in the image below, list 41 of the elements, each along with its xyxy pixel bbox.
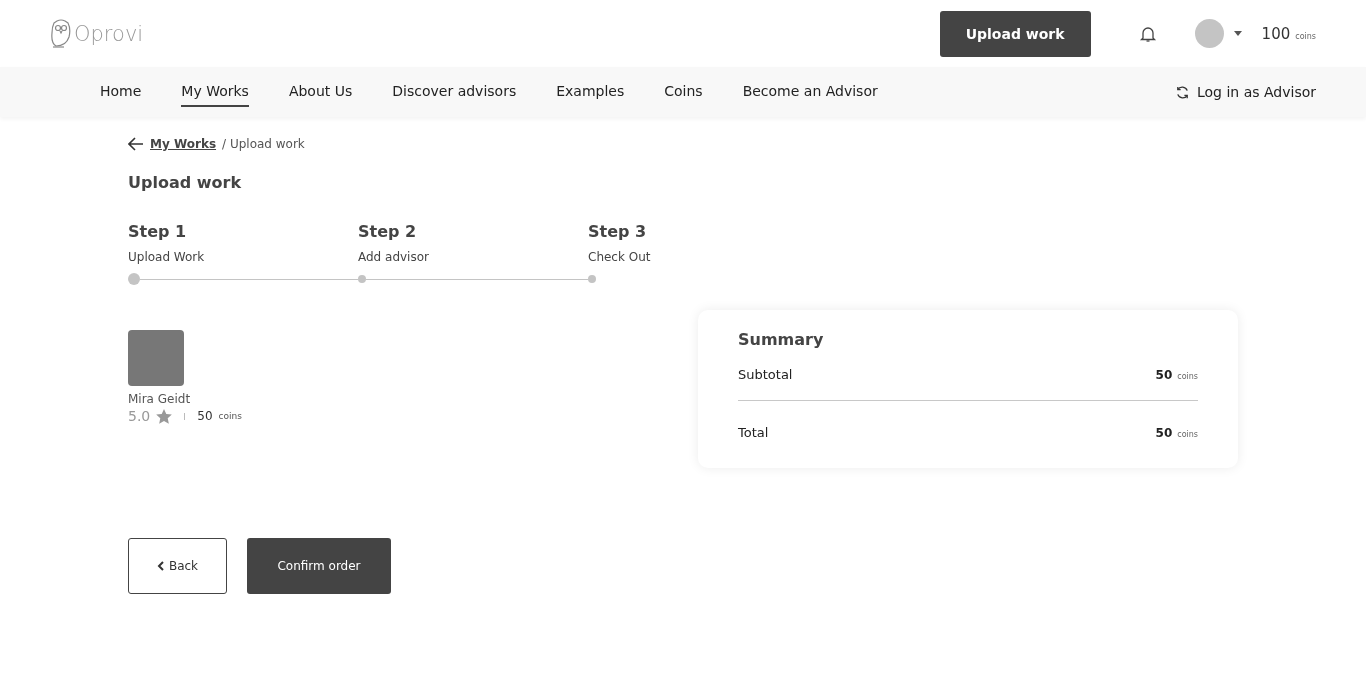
summary-unit: coins bbox=[1177, 372, 1198, 381]
refresh-icon[interactable] bbox=[1175, 84, 1190, 100]
summary-title: Summary bbox=[738, 330, 825, 349]
step-label: Upload Work bbox=[128, 250, 206, 264]
coins-unit: coins bbox=[1295, 31, 1316, 41]
step-title: Step 3 bbox=[588, 222, 648, 241]
step-label: Check Out bbox=[588, 250, 652, 264]
summary-amount: 50 bbox=[1155, 426, 1173, 440]
price-unit: coins bbox=[218, 411, 242, 421]
nav-link[interactable]: My Works bbox=[181, 77, 249, 107]
confirm-order-button[interactable]: Confirm order bbox=[247, 538, 391, 594]
star-icon bbox=[156, 408, 173, 424]
breadcrumb-current: / Upload work bbox=[222, 137, 305, 151]
nav-link[interactable]: About Us bbox=[288, 77, 353, 107]
step-label: Add advisor bbox=[358, 250, 430, 264]
step-title: Step 2 bbox=[358, 222, 418, 241]
breadcrumb-link[interactable]: My Works bbox=[150, 137, 217, 151]
back-button[interactable]: Back bbox=[128, 538, 227, 594]
chevron-left-icon bbox=[156, 561, 164, 571]
coins-amount: 100 bbox=[1261, 24, 1291, 43]
advisor-price: 50 bbox=[197, 409, 213, 423]
advisor-name: Mira Geidt bbox=[128, 392, 192, 406]
nav-link[interactable]: Home bbox=[100, 77, 142, 107]
nav-link[interactable]: Coins bbox=[664, 77, 703, 107]
back-arrow-icon[interactable] bbox=[128, 137, 144, 151]
upload-work-button[interactable]: Upload work bbox=[939, 10, 1091, 57]
step-title: Step 1 bbox=[128, 222, 188, 241]
page-title: Upload work bbox=[128, 173, 243, 192]
log-in-as-advisor-link[interactable]: Log in as Advisor bbox=[1197, 84, 1316, 100]
summary-unit: coins bbox=[1177, 430, 1198, 439]
rating-value: 5.0 bbox=[128, 408, 151, 424]
bell-icon[interactable] bbox=[1138, 24, 1157, 43]
summary-label: Subtotal bbox=[738, 367, 793, 382]
nav-link[interactable]: Discover advisors bbox=[392, 77, 517, 107]
summary-amount: 50 bbox=[1155, 368, 1173, 382]
summary-label: Total bbox=[738, 425, 769, 440]
caret-icon[interactable] bbox=[1233, 31, 1242, 36]
nav-link[interactable]: Examples bbox=[556, 77, 625, 107]
nav-link[interactable]: Become an Advisor bbox=[742, 77, 878, 107]
owl-logo-icon bbox=[50, 18, 72, 49]
photo-placeholder bbox=[128, 330, 184, 386]
